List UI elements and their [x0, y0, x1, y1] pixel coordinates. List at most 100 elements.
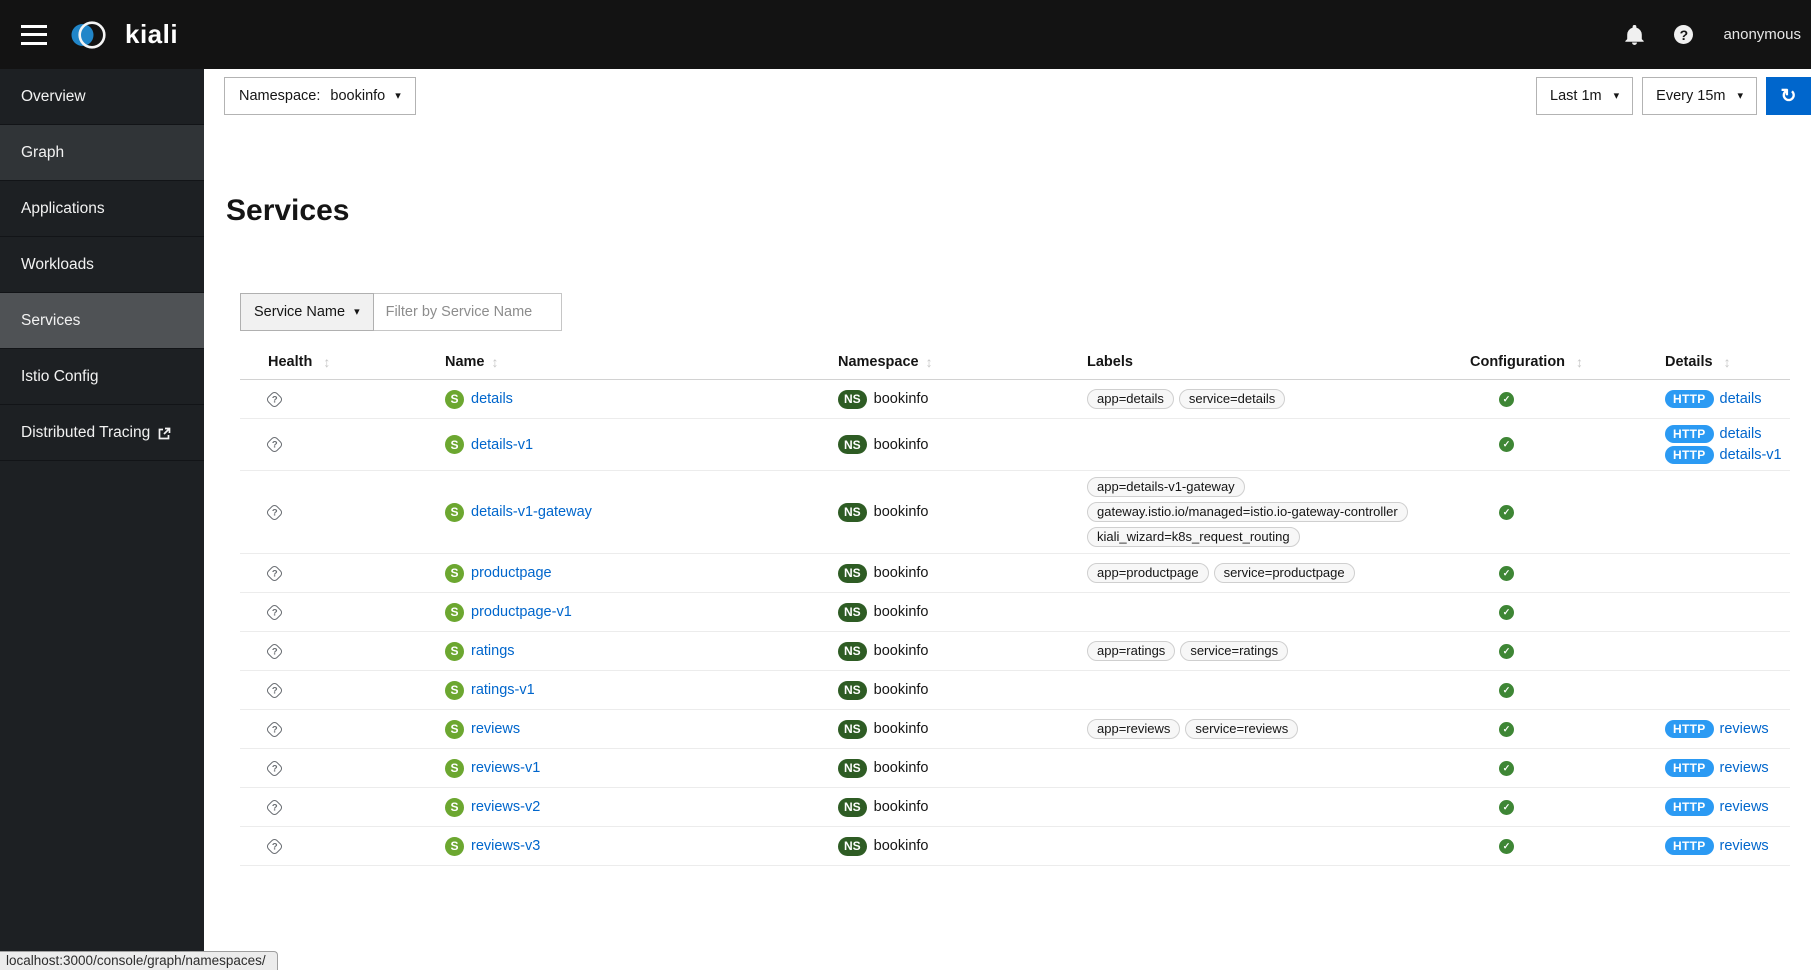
config-valid-icon[interactable]: ✓	[1499, 565, 1514, 581]
namespace-cell: NS bookinfo	[810, 788, 1085, 826]
namespace-select-label: Namespace:	[239, 88, 321, 104]
labels-cell	[1085, 749, 1465, 787]
column-header-labels[interactable]: Labels	[1085, 350, 1465, 379]
config-valid-icon[interactable]: ✓	[1499, 391, 1514, 407]
service-link[interactable]: ratings	[471, 643, 515, 659]
sidebar-item-label: Distributed Tracing	[21, 423, 151, 441]
service-link[interactable]: details-v1-gateway	[471, 504, 592, 520]
health-cell: ?	[240, 593, 385, 631]
table-row: ? S reviews NS bookinfo app=reviews servi…	[240, 710, 1790, 749]
refresh-button[interactable]: ↻	[1766, 77, 1811, 115]
config-valid-icon[interactable]: ✓	[1499, 799, 1514, 815]
detail-link[interactable]: details	[1720, 426, 1762, 442]
service-link[interactable]: reviews	[471, 721, 520, 737]
sidebar-item-distributed-tracing[interactable]: Distributed Tracing	[0, 405, 204, 461]
configuration-cell: ✓	[1465, 380, 1660, 418]
filter-type-label: Service Name	[254, 304, 346, 320]
labels-cell	[1085, 788, 1465, 826]
name-cell: S ratings	[385, 632, 810, 670]
label-pill: service=reviews	[1185, 719, 1299, 739]
config-valid-icon[interactable]: ✓	[1499, 838, 1514, 854]
detail-line: HTTP reviews	[1665, 798, 1769, 816]
filter-type-select[interactable]: Service Name ▾	[240, 293, 374, 331]
details-cell: HTTP reviews	[1660, 710, 1790, 748]
health-cell: ?	[240, 380, 385, 418]
service-link[interactable]: details	[471, 391, 513, 407]
configuration-cell: ✓	[1465, 419, 1660, 470]
help-button[interactable]: ?	[1674, 25, 1694, 44]
namespace-cell: NS bookinfo	[810, 380, 1085, 418]
label-pill: app=details	[1087, 389, 1174, 409]
column-header-configuration[interactable]: Configuration ↕	[1465, 350, 1660, 379]
service-link[interactable]: reviews-v2	[471, 799, 540, 815]
detail-link[interactable]: reviews	[1720, 799, 1769, 815]
config-valid-icon[interactable]: ✓	[1499, 721, 1514, 737]
config-valid-icon[interactable]: ✓	[1499, 682, 1514, 698]
service-badge: S	[445, 502, 464, 522]
configuration-cell: ✓	[1465, 788, 1660, 826]
config-valid-icon[interactable]: ✓	[1499, 604, 1514, 620]
sidebar-item-overview[interactable]: Overview	[0, 69, 204, 125]
detail-link[interactable]: reviews	[1720, 760, 1769, 776]
detail-link[interactable]: details-v1	[1720, 447, 1782, 463]
sort-icon[interactable]: ↕	[1724, 354, 1731, 370]
service-link[interactable]: productpage	[471, 565, 552, 581]
sort-icon[interactable]: ↕	[926, 354, 933, 370]
health-status-icon: ?	[265, 435, 284, 454]
health-status-icon: ?	[265, 641, 284, 661]
config-valid-icon[interactable]: ✓	[1499, 760, 1514, 776]
service-link[interactable]: productpage-v1	[471, 604, 572, 620]
detail-link[interactable]: reviews	[1720, 838, 1769, 854]
namespace-cell: NS bookinfo	[810, 710, 1085, 748]
duration-select[interactable]: Last 1m ▾	[1536, 77, 1634, 115]
refresh-interval-select[interactable]: Every 15m ▾	[1642, 77, 1757, 115]
sidebar-item-services[interactable]: Services	[0, 293, 204, 349]
detail-link[interactable]: details	[1720, 391, 1762, 407]
kiali-logo: kiali	[69, 19, 178, 51]
sort-icon[interactable]: ↕	[492, 354, 499, 370]
configuration-cell: ✓	[1465, 593, 1660, 631]
details-cell	[1660, 471, 1790, 553]
service-link[interactable]: reviews-v1	[471, 760, 540, 776]
detail-link[interactable]: reviews	[1720, 721, 1769, 737]
protocol-badge: HTTP	[1665, 759, 1714, 777]
namespace-badge: NS	[838, 641, 867, 661]
user-menu[interactable]: anonymous	[1723, 26, 1801, 43]
column-header-namespace[interactable]: Namespace ↕	[810, 350, 1085, 379]
label-pill: gateway.istio.io/managed=istio.io-gatewa…	[1087, 502, 1408, 522]
config-valid-icon[interactable]: ✓	[1499, 437, 1514, 452]
sidebar-item-istio-config[interactable]: Istio Config	[0, 349, 204, 405]
config-valid-icon[interactable]: ✓	[1499, 643, 1514, 659]
label-pill: service=productpage	[1213, 563, 1355, 583]
column-header-name[interactable]: Name ↕	[385, 350, 810, 379]
service-link[interactable]: ratings-v1	[471, 682, 535, 698]
sidebar-item-workloads[interactable]: Workloads	[0, 237, 204, 293]
label-pill: kiali_wizard=k8s_request_routing	[1087, 527, 1300, 547]
table-row: ? S details-v1-gateway NS bookinfo app=d…	[240, 471, 1790, 554]
sort-icon[interactable]: ↕	[1576, 354, 1583, 370]
health-status-icon: ?	[265, 602, 284, 622]
configuration-cell: ✓	[1465, 632, 1660, 670]
name-cell: S productpage-v1	[385, 593, 810, 631]
health-cell: ?	[240, 788, 385, 826]
health-cell: ?	[240, 671, 385, 709]
column-header-details[interactable]: Details ↕	[1660, 350, 1790, 379]
service-link[interactable]: reviews-v3	[471, 838, 540, 854]
sidebar-item-applications[interactable]: Applications	[0, 181, 204, 237]
main-content: Namespace: bookinfo ▾ Last 1m ▾ Every 15…	[204, 69, 1811, 970]
namespace-name: bookinfo	[873, 391, 929, 407]
sidebar-item-graph[interactable]: Graph	[0, 125, 204, 181]
notifications-button[interactable]	[1625, 24, 1645, 45]
health-cell: ?	[240, 749, 385, 787]
namespace-select[interactable]: Namespace: bookinfo ▾	[224, 77, 416, 115]
menu-toggle-button[interactable]	[21, 24, 47, 45]
service-link[interactable]: details-v1	[471, 437, 533, 453]
details-cell	[1660, 632, 1790, 670]
health-status-icon: ?	[265, 797, 284, 817]
config-valid-icon[interactable]: ✓	[1499, 504, 1514, 520]
filter-input[interactable]	[373, 293, 562, 331]
sort-icon[interactable]: ↕	[323, 354, 330, 370]
sidebar-item-label: Graph	[21, 143, 65, 161]
column-header-health[interactable]: Health ↕	[240, 350, 385, 379]
name-cell: S reviews	[385, 710, 810, 748]
